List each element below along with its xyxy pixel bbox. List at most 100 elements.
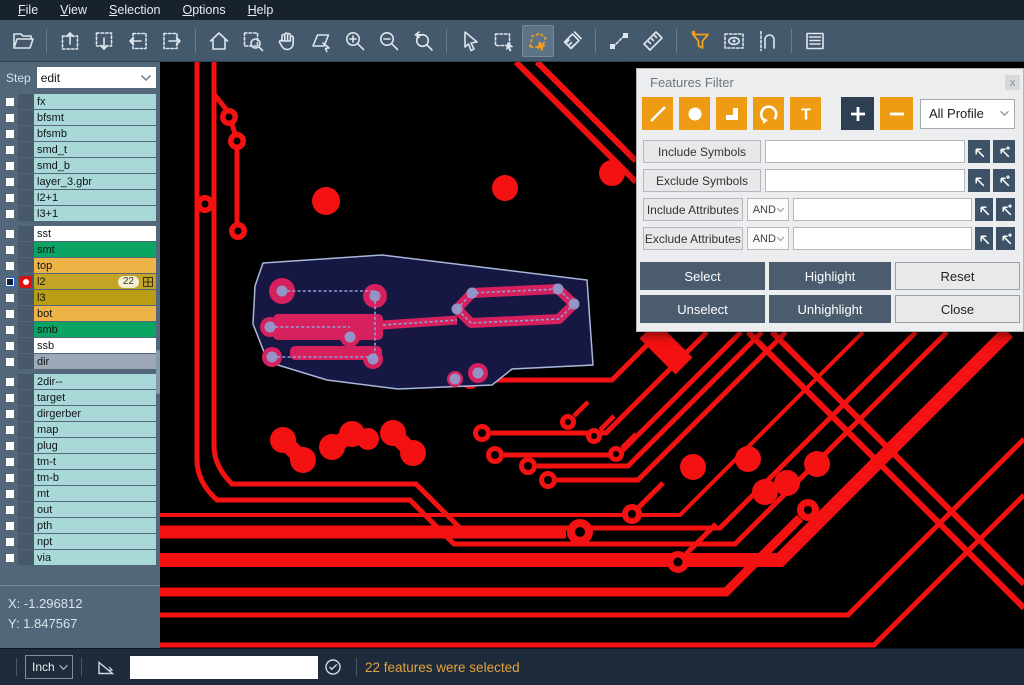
layer-indicator-cell[interactable] <box>18 258 34 273</box>
unselect-button[interactable]: Unselect <box>640 295 765 323</box>
layer-indicator-cell[interactable] <box>18 486 34 501</box>
layer-checkbox[interactable] <box>5 341 15 351</box>
layer-checkbox[interactable] <box>5 409 15 419</box>
layer-checkbox[interactable] <box>5 161 15 171</box>
zoom-previous-icon[interactable] <box>407 25 439 57</box>
units-select[interactable]: Inch <box>25 655 73 679</box>
include-symbols-button[interactable]: Include Symbols <box>643 140 761 163</box>
layer-indicator-cell[interactable] <box>18 94 34 109</box>
highlight-button[interactable]: Highlight <box>769 262 891 290</box>
include-attributes-button[interactable]: Include Attributes <box>643 198 743 221</box>
feature-type-line-icon[interactable] <box>642 97 673 130</box>
features-filter-icon[interactable] <box>684 25 716 57</box>
layer-name[interactable]: top <box>34 258 156 273</box>
layer-indicator-cell[interactable] <box>18 322 34 337</box>
exclude-attributes-operator-select[interactable]: AND <box>747 227 789 250</box>
layer-name[interactable]: tm-t <box>34 454 156 469</box>
layer-name[interactable]: plug <box>34 438 156 453</box>
reset-button[interactable]: Reset <box>895 262 1020 290</box>
layer-checkbox[interactable] <box>5 293 15 303</box>
refresh-check-icon[interactable] <box>324 658 342 676</box>
include-attributes-operator-select[interactable]: AND <box>747 198 789 221</box>
command-input[interactable] <box>130 656 318 679</box>
layer-indicator-cell[interactable] <box>18 226 34 241</box>
layer-indicator-cell[interactable] <box>18 126 34 141</box>
layer-checkbox[interactable] <box>5 457 15 467</box>
layer-indicator-cell[interactable] <box>18 338 34 353</box>
layer-indicator-cell[interactable] <box>18 502 34 517</box>
layer-name[interactable]: tm-b <box>34 470 156 485</box>
layer-checkbox[interactable] <box>5 209 15 219</box>
layer-checkbox[interactable] <box>5 129 15 139</box>
layer-name[interactable]: npt <box>34 534 156 549</box>
close-button[interactable]: Close <box>895 295 1020 323</box>
layer-indicator-cell[interactable] <box>18 534 34 549</box>
layer-indicator-cell[interactable] <box>18 422 34 437</box>
layer-checkbox[interactable] <box>5 357 15 367</box>
layer-indicator-cell[interactable] <box>18 390 34 405</box>
layer-name[interactable]: sst <box>34 226 156 241</box>
layer-indicator-cell[interactable] <box>18 158 34 173</box>
select-button[interactable]: Select <box>640 262 765 290</box>
add-filter-button[interactable] <box>841 97 874 130</box>
open-icon[interactable] <box>7 25 39 57</box>
remove-filter-button[interactable] <box>880 97 913 130</box>
include-attributes-pick-add-icon[interactable] <box>996 198 1015 221</box>
layer-indicator-cell[interactable] <box>18 242 34 257</box>
layer-name[interactable]: map <box>34 422 156 437</box>
layer-name[interactable]: l3 <box>34 290 156 305</box>
layer-name[interactable]: dirgerber <box>34 406 156 421</box>
menu-help[interactable]: Help <box>238 1 284 19</box>
menu-options[interactable]: Options <box>172 1 235 19</box>
layer-checkbox[interactable] <box>5 473 15 483</box>
layer-checkbox[interactable] <box>5 261 15 271</box>
layer-checkbox[interactable] <box>5 377 15 387</box>
layer-name[interactable]: dir <box>34 354 156 369</box>
exclude-attributes-button[interactable]: Exclude Attributes <box>643 227 743 250</box>
pcb-canvas[interactable]: Features Filter x TAll Profile Include S… <box>160 62 1024 648</box>
layer-checkbox[interactable] <box>5 193 15 203</box>
layer-name[interactable]: ssb <box>34 338 156 353</box>
layer-indicator-cell[interactable] <box>18 290 34 305</box>
layer-checkbox[interactable] <box>5 441 15 451</box>
menu-file[interactable]: File <box>8 1 48 19</box>
pan-hand-icon[interactable] <box>271 25 303 57</box>
feature-type-surface-icon[interactable] <box>716 97 747 130</box>
layer-checkbox[interactable] <box>5 553 15 563</box>
close-icon[interactable]: x <box>1005 75 1020 90</box>
layer-name[interactable]: bot <box>34 306 156 321</box>
select-poly-icon[interactable] <box>522 25 554 57</box>
layer-checkbox[interactable] <box>5 505 15 515</box>
layer-indicator-cell[interactable] <box>18 110 34 125</box>
layer-name[interactable]: layer_3.gbr <box>34 174 156 189</box>
include-symbols-pick-add-icon[interactable] <box>993 140 1015 163</box>
feature-type-pad-icon[interactable] <box>679 97 710 130</box>
layer-indicator-cell[interactable] <box>18 406 34 421</box>
layer-name[interactable]: out <box>34 502 156 517</box>
layer-checkbox[interactable] <box>5 245 15 255</box>
layer-name[interactable]: smt <box>34 242 156 257</box>
layer-indicator-cell[interactable] <box>18 306 34 321</box>
unhighlight-button[interactable]: Unhighlight <box>769 295 891 323</box>
pan-right-icon[interactable] <box>156 25 188 57</box>
layer-name[interactable]: smb <box>34 322 156 337</box>
menu-view[interactable]: View <box>50 1 97 19</box>
layer-indicator-cell[interactable] <box>18 454 34 469</box>
layers-panel-icon[interactable] <box>799 25 831 57</box>
layer-checkbox[interactable] <box>5 521 15 531</box>
home-icon[interactable] <box>203 25 235 57</box>
select-cursor-icon[interactable] <box>454 25 486 57</box>
exclude-attributes-pick-icon[interactable] <box>975 227 994 250</box>
zoom-in-icon[interactable] <box>339 25 371 57</box>
step-select[interactable]: edit <box>37 67 156 88</box>
layer-indicator-cell[interactable] <box>18 206 34 221</box>
layer-name[interactable]: target <box>34 390 156 405</box>
layer-name[interactable]: pth <box>34 518 156 533</box>
layer-checkbox[interactable] <box>5 325 15 335</box>
layer-name[interactable]: bfsmt <box>34 110 156 125</box>
exclude-attributes-input[interactable] <box>793 227 972 250</box>
zoom-poly-icon[interactable] <box>305 25 337 57</box>
layer-checkbox[interactable] <box>5 97 15 107</box>
pan-left-icon[interactable] <box>122 25 154 57</box>
pan-up-icon[interactable] <box>54 25 86 57</box>
